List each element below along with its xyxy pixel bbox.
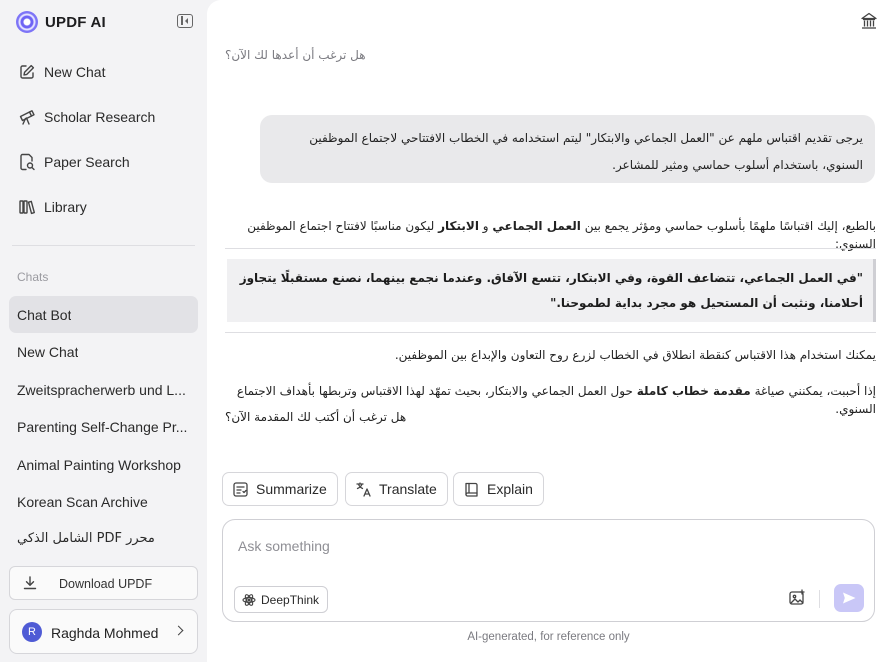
edit-icon — [18, 63, 36, 81]
chat-panel: هل ترغب أن أعدها لك الآن؟ يرجى تقديم اقت… — [207, 0, 882, 662]
summarize-icon — [233, 481, 248, 497]
nav-paper-search-label: Paper Search — [44, 154, 130, 170]
chat-item-label: محرر PDF الشامل الذكي — [17, 531, 155, 546]
ai-disclaimer: AI-generated, for reference only — [467, 631, 630, 643]
chats-heading: Chats — [17, 270, 49, 284]
answer-intro-text: بالطبع، إليك اقتباسًا ملهمًا بأسلوب حماس… — [580, 219, 876, 233]
chat-item[interactable]: Parenting Self-Change Pr... — [9, 408, 198, 445]
answer-bold: مقدمة خطاب كاملة — [636, 384, 751, 398]
book-icon — [465, 482, 478, 497]
nav-scholar-research[interactable]: Scholar Research — [18, 105, 155, 129]
composer: DeepThink — [222, 519, 875, 622]
user-profile-button[interactable]: R Raghda Mohmed — [9, 609, 198, 654]
atom-icon — [242, 593, 256, 606]
translate-button[interactable]: Translate — [345, 472, 448, 506]
download-updf-label: Download UPDF — [59, 577, 153, 591]
translate-icon — [356, 481, 371, 497]
answer-intro-text: و — [478, 219, 493, 233]
answer-question: هل ترغب أن أكتب لك المقدمة الآن؟ — [225, 410, 407, 424]
user-name: Raghda Mohmed — [51, 625, 159, 641]
answer-text: إذا أحببت، يمكنني صياغة — [750, 384, 876, 398]
summarize-label: Summarize — [256, 481, 327, 497]
avatar: R — [22, 622, 42, 642]
chevron-right-icon — [173, 625, 184, 636]
send-icon — [843, 592, 856, 604]
chat-item-label: Parenting Self-Change Pr... — [17, 418, 188, 435]
image-plus-icon[interactable] — [788, 589, 806, 607]
chat-item[interactable]: محرر PDF الشامل الذكي — [9, 520, 198, 557]
search-document-icon — [18, 153, 36, 171]
download-updf-button[interactable]: Download UPDF — [9, 566, 198, 600]
nav-new-chat[interactable]: New Chat — [18, 60, 105, 84]
send-button[interactable] — [834, 584, 864, 612]
library-icon — [18, 198, 36, 216]
bank-icon[interactable] — [860, 11, 878, 31]
composer-separator — [819, 590, 820, 608]
translate-label: Translate — [379, 481, 437, 497]
nav-new-chat-label: New Chat — [44, 64, 106, 80]
answer-intro-bold: العمل الجماعي — [492, 219, 581, 233]
explain-label: Explain — [487, 481, 533, 497]
chat-item-label: Chat Bot — [17, 306, 72, 323]
sidebar-divider — [12, 245, 195, 246]
chat-item[interactable]: Chat Bot — [9, 296, 198, 333]
chat-item-label: Animal Painting Workshop — [17, 456, 181, 473]
brand[interactable]: UPDF AI — [16, 10, 106, 34]
chat-item-label: Zweitspracherwerb und L... — [17, 381, 186, 398]
deepthink-label: DeepThink — [261, 592, 320, 607]
download-icon — [22, 575, 38, 591]
telescope-icon — [18, 108, 36, 126]
nav-scholar-research-label: Scholar Research — [44, 109, 156, 125]
chat-item-label: Korean Scan Archive — [17, 493, 148, 510]
divider — [225, 332, 876, 333]
deepthink-toggle[interactable]: DeepThink — [234, 586, 329, 613]
answer-quote: "في العمل الجماعي، تتضاعف القوة، وفي الا… — [227, 259, 876, 322]
answer-intro-bold: الابتكار — [438, 219, 479, 233]
chat-item[interactable]: New Chat — [9, 333, 198, 370]
user-message-bubble: يرجى تقديم اقتباس ملهم عن "العمل الجماعي… — [260, 115, 875, 183]
nav-library-label: Library — [44, 199, 87, 215]
chat-item[interactable]: Zweitspracherwerb und L... — [9, 371, 198, 408]
divider — [225, 248, 876, 249]
answer-paragraph: يمكنك استخدام هذا الاقتباس كنقطة انطلاق … — [394, 348, 876, 362]
previous-question: هل ترغب أن أعدها لك الآن؟ — [225, 48, 366, 62]
app-name: UPDF AI — [45, 13, 106, 31]
scroll-fade — [225, 448, 876, 458]
updf-ai-logo-icon — [16, 11, 38, 33]
sidebar: UPDF AI New Chat Scholar Research Paper … — [0, 0, 207, 662]
summarize-button[interactable]: Summarize — [222, 472, 338, 506]
nav-paper-search[interactable]: Paper Search — [18, 150, 130, 174]
ask-input[interactable] — [238, 536, 818, 556]
explain-button[interactable]: Explain — [453, 472, 544, 506]
chat-item[interactable]: Animal Painting Workshop — [9, 446, 198, 483]
chat-item[interactable]: Korean Scan Archive — [9, 483, 198, 520]
chat-item-label: New Chat — [17, 343, 79, 360]
nav-library[interactable]: Library — [18, 195, 87, 219]
sidebar-collapse-icon[interactable] — [177, 14, 193, 28]
